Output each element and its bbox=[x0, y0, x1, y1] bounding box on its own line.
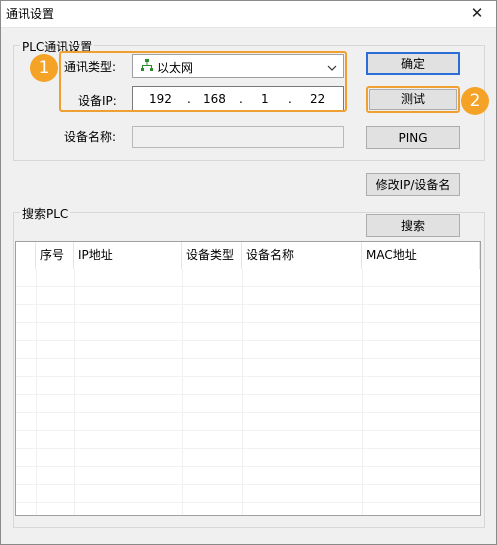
table-row bbox=[16, 377, 480, 395]
column-header-mac[interactable]: MAC地址 bbox=[362, 242, 480, 269]
table-row bbox=[16, 341, 480, 359]
table-row bbox=[16, 269, 480, 287]
device-name-field bbox=[132, 126, 344, 148]
ping-button[interactable]: PING bbox=[366, 126, 460, 149]
column-divider bbox=[362, 269, 363, 515]
test-button[interactable]: 测试 bbox=[369, 89, 457, 110]
table-row bbox=[16, 413, 480, 431]
column-header-ip[interactable]: IP地址 bbox=[74, 242, 182, 269]
step-badge-1: 1 bbox=[30, 54, 58, 82]
column-header-device-name[interactable]: 设备名称 bbox=[242, 242, 362, 269]
device-name-label: 设备名称: bbox=[64, 130, 117, 144]
column-divider bbox=[242, 269, 243, 515]
table-row bbox=[16, 485, 480, 503]
column-header-index[interactable]: 序号 bbox=[36, 242, 74, 269]
table-row bbox=[16, 359, 480, 377]
search-results-table[interactable]: 序号 IP地址 设备类型 设备名称 MAC地址 bbox=[15, 241, 481, 516]
column-divider bbox=[36, 269, 37, 515]
table-row bbox=[16, 305, 480, 323]
column-divider bbox=[182, 269, 183, 515]
title-bar bbox=[0, 0, 497, 28]
table-row bbox=[16, 395, 480, 413]
table-row bbox=[16, 431, 480, 449]
window-title: 通讯设置 bbox=[6, 7, 55, 21]
table-row bbox=[16, 467, 480, 485]
search-button[interactable]: 搜索 bbox=[366, 214, 460, 237]
column-header-device-type[interactable]: 设备类型 bbox=[182, 242, 242, 269]
table-row bbox=[16, 323, 480, 341]
row-header-column bbox=[16, 242, 36, 269]
column-divider bbox=[74, 269, 75, 515]
close-icon[interactable]: ✕ bbox=[466, 3, 488, 23]
confirm-button[interactable]: 确定 bbox=[366, 52, 460, 75]
table-row bbox=[16, 287, 480, 305]
table-row bbox=[16, 449, 480, 467]
modify-ip-name-button[interactable]: 修改IP/设备名 bbox=[366, 173, 460, 196]
step-badge-2: 2 bbox=[461, 87, 489, 115]
search-plc-legend: 搜索PLC bbox=[20, 205, 71, 222]
highlight-box-1 bbox=[59, 51, 347, 112]
